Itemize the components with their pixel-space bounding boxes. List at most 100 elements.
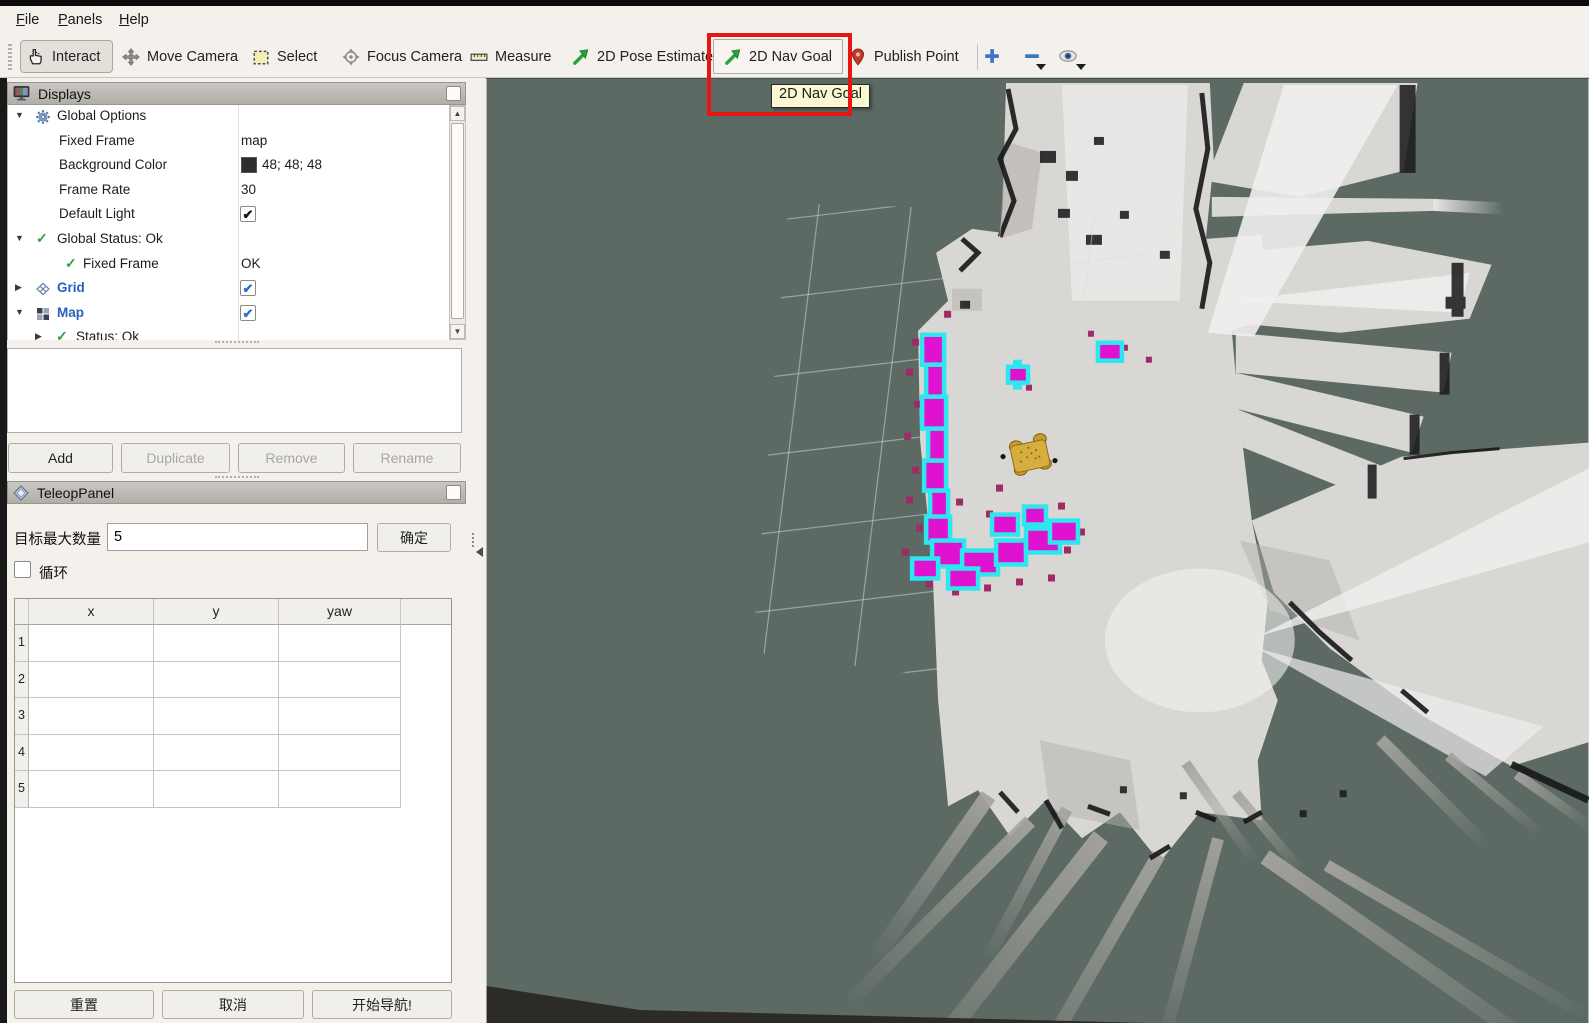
- green-arrow-icon: [724, 48, 742, 66]
- eye-dropdown-caret[interactable]: [1076, 64, 1086, 70]
- map-icon: [35, 306, 51, 322]
- check-icon: ✓: [56, 328, 68, 340]
- splitter-dots[interactable]: [472, 533, 474, 547]
- panel-resize-handle[interactable]: [215, 476, 259, 478]
- displays-panel-titlebar[interactable]: Displays: [7, 82, 466, 105]
- table-cell[interactable]: [154, 698, 279, 735]
- row-header-1[interactable]: 1: [15, 625, 29, 662]
- move-camera-tool-button[interactable]: Move Camera: [116, 40, 244, 73]
- pose-estimate-label: 2D Pose Estimate: [597, 49, 713, 65]
- scrollbar-thumb[interactable]: [451, 123, 464, 319]
- map-enabled-checkbox[interactable]: ✔: [240, 305, 256, 321]
- minus-icon[interactable]: [1022, 46, 1040, 64]
- add-display-button[interactable]: Add: [8, 443, 113, 473]
- crosshair-icon: [342, 48, 360, 66]
- color-swatch[interactable]: [241, 157, 257, 173]
- reset-button[interactable]: 重置: [14, 990, 154, 1019]
- pose-estimate-tool-button[interactable]: 2D Pose Estimate: [566, 40, 719, 73]
- menu-help[interactable]: Help: [113, 10, 155, 30]
- table-cell[interactable]: [29, 625, 154, 662]
- displays-hide-button[interactable]: [446, 86, 461, 101]
- expander-open-icon[interactable]: ▼: [15, 110, 24, 120]
- publish-point-tool-button[interactable]: Publish Point: [843, 40, 965, 73]
- measure-tool-button[interactable]: Measure: [464, 40, 557, 73]
- tree-row-fixed-frame[interactable]: Fixed Frame map: [8, 130, 449, 155]
- table-cell[interactable]: [154, 625, 279, 662]
- cancel-button[interactable]: 取消: [162, 990, 304, 1019]
- loop-checkbox[interactable]: [14, 561, 31, 578]
- column-header-y[interactable]: y: [154, 599, 279, 625]
- nav-goal-tool-button[interactable]: 2D Nav Goal: [713, 39, 843, 74]
- 3d-viewport[interactable]: [486, 78, 1589, 1023]
- menu-panels[interactable]: Panels: [52, 10, 108, 30]
- row-header-2[interactable]: 2: [15, 662, 29, 699]
- panel-resize-handle[interactable]: [215, 341, 259, 343]
- table-cell[interactable]: [279, 698, 401, 735]
- eye-icon[interactable]: [1058, 46, 1076, 64]
- tree-row-frame-rate[interactable]: Frame Rate 30: [8, 179, 449, 204]
- frame-rate-value[interactable]: 30: [241, 182, 256, 197]
- fixed-frame-value[interactable]: map: [241, 133, 267, 148]
- duplicate-display-button[interactable]: Duplicate: [121, 443, 230, 473]
- focus-camera-tool-button[interactable]: Focus Camera: [336, 40, 468, 73]
- table-cell[interactable]: [279, 735, 401, 772]
- confirm-button[interactable]: 确定: [377, 523, 451, 552]
- rename-display-button[interactable]: Rename: [353, 443, 461, 473]
- table-cell[interactable]: [279, 662, 401, 699]
- tree-row-status-fixed-frame[interactable]: ✓ Fixed Frame OK: [8, 253, 449, 278]
- minus-dropdown-caret[interactable]: [1036, 64, 1046, 70]
- select-tool-button[interactable]: Select: [246, 40, 323, 73]
- background-color-value[interactable]: 48; 48; 48: [262, 157, 322, 172]
- max-goal-input[interactable]: [107, 523, 368, 551]
- column-header-x[interactable]: x: [29, 599, 154, 625]
- expander-collapsed-icon[interactable]: ▶: [35, 331, 42, 340]
- scroll-up-button[interactable]: ▲: [450, 106, 465, 121]
- expander-open-icon[interactable]: ▼: [15, 307, 24, 317]
- column-header-yaw[interactable]: yaw: [279, 599, 401, 625]
- expander-open-icon[interactable]: ▼: [15, 233, 24, 243]
- scroll-down-button[interactable]: ▼: [450, 324, 465, 339]
- start-navigation-button[interactable]: 开始导航!: [312, 990, 452, 1019]
- hand-pointer-icon: [27, 48, 45, 66]
- tree-row-map[interactable]: ▼ Map ✔: [8, 302, 449, 327]
- focus-camera-label: Focus Camera: [367, 49, 462, 65]
- rviz-window: File Panels Help Interact Move Camera Se…: [0, 0, 1589, 1023]
- teleop-panel-titlebar[interactable]: TeleopPanel: [7, 481, 466, 504]
- tree-row-grid[interactable]: ▶ Grid ✔: [8, 277, 449, 302]
- table-cell[interactable]: [154, 735, 279, 772]
- grid-enabled-checkbox[interactable]: ✔: [240, 280, 256, 296]
- displays-scrollbar[interactable]: ▲ ▼: [449, 105, 466, 340]
- expander-collapsed-icon[interactable]: ▶: [15, 282, 22, 293]
- tree-row-default-light[interactable]: Default Light ✔: [8, 203, 449, 228]
- table-cell[interactable]: [279, 625, 401, 662]
- check-icon: ✔: [243, 207, 254, 222]
- table-cell[interactable]: [154, 662, 279, 699]
- row-header-4[interactable]: 4: [15, 735, 29, 772]
- check-icon: ✔: [243, 281, 254, 296]
- tree-label: Fixed Frame: [83, 256, 159, 271]
- tree-row-global-options[interactable]: ▼ Global Options: [8, 105, 449, 130]
- table-cell[interactable]: [29, 662, 154, 699]
- plus-icon[interactable]: [982, 46, 1000, 64]
- tree-row-background-color[interactable]: Background Color 48; 48; 48: [8, 154, 449, 179]
- interact-tool-button[interactable]: Interact: [20, 40, 113, 73]
- toolbar-drag-handle[interactable]: [8, 44, 12, 70]
- teleop-hide-button[interactable]: [446, 485, 461, 500]
- menu-file[interactable]: File: [10, 10, 45, 30]
- table-cell[interactable]: [154, 771, 279, 808]
- table-cell[interactable]: [29, 735, 154, 772]
- desktop-edge-strip: [0, 78, 7, 1023]
- tree-row-map-status[interactable]: ▶ ✓ Status: Ok: [8, 326, 449, 340]
- table-cell[interactable]: [279, 771, 401, 808]
- remove-display-button[interactable]: Remove: [238, 443, 345, 473]
- tree-row-global-status[interactable]: ▼ ✓ Global Status: Ok: [8, 228, 449, 253]
- table-cell[interactable]: [29, 698, 154, 735]
- tree-label: Default Light: [59, 206, 135, 221]
- table-cell[interactable]: [29, 771, 154, 808]
- splitter-collapse-arrow[interactable]: [476, 547, 483, 557]
- green-arrow-icon: [572, 48, 590, 66]
- row-header-5[interactable]: 5: [15, 771, 29, 808]
- default-light-checkbox[interactable]: ✔: [240, 206, 256, 222]
- costmap-cyan-nub: [1013, 360, 1022, 367]
- row-header-3[interactable]: 3: [15, 698, 29, 735]
